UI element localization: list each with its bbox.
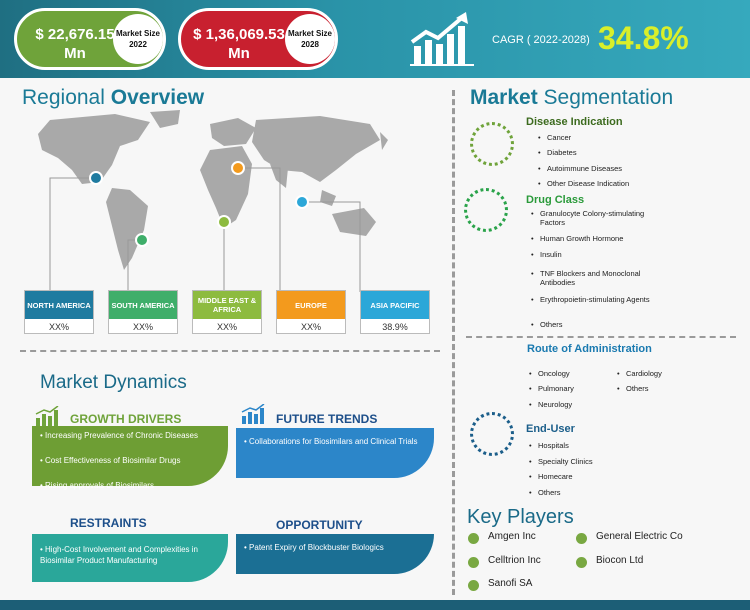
region-value: XX%	[48, 322, 69, 332]
bullet-icon	[468, 580, 479, 591]
region-asia-pacific: ASIA PACIFIC 38.9%	[360, 290, 430, 334]
region-name: SOUTH AMERICA	[109, 291, 177, 319]
segment-item: Autoimmune Diseases	[538, 164, 622, 173]
region-south-america: SOUTH AMERICA XX%	[108, 290, 178, 334]
cagr-value: 34.8%	[598, 20, 689, 56]
segment-item: TNF Blockers and Monoclonal Antibodies	[531, 269, 650, 287]
market-size-2022-label: Market Size 2022	[113, 14, 163, 64]
market-size-2022-pill: $ 22,676.15 Mn Market Size 2022	[14, 8, 166, 70]
segment-item: Others	[531, 320, 562, 329]
infographic: { "header": { "market_2022_value": "$ 22…	[0, 0, 750, 610]
driver-item: • Rising approvals of Biosimilars	[40, 481, 154, 490]
restraints-title: RESTRAINTS	[70, 516, 147, 530]
key-player: Biocon Ltd	[596, 555, 644, 566]
end-user-title: End-User	[526, 423, 575, 435]
growth-drivers-box: • Increasing Prevalence of Chronic Disea…	[32, 426, 228, 490]
segment-item: Others	[529, 488, 560, 497]
segment-item: Hospitals	[529, 441, 569, 450]
region-value: 38.9%	[382, 322, 408, 332]
bullet-icon	[468, 557, 479, 568]
drug-class-icon	[464, 188, 508, 232]
bullet-icon	[576, 533, 587, 544]
growth-chart-icon	[410, 12, 474, 66]
disease-indication-title: Disease Indication	[526, 116, 623, 128]
key-player: Amgen Inc	[488, 531, 536, 542]
future-trends-title: FUTURE TRENDS	[276, 412, 378, 426]
end-user-icon	[470, 412, 514, 456]
segment-item: Oncology	[529, 369, 570, 378]
region-name: MIDDLE EAST & AFRICA	[193, 291, 261, 319]
opportunity-item: • Patent Expiry of Blockbuster Biologics	[244, 543, 384, 552]
route-of-administration-title: Route of Administration	[527, 343, 652, 355]
region-name: NORTH AMERICA	[25, 291, 93, 319]
disease-indication-icon	[470, 122, 514, 166]
region-middle-east-africa: MIDDLE EAST & AFRICA XX%	[192, 290, 262, 334]
market-size-2028-value: $ 1,36,069.53 Mn	[193, 26, 285, 62]
section-divider	[20, 350, 440, 352]
driver-text: Increasing Prevalence of Chronic Disease…	[45, 431, 198, 440]
driver-item: • Cost Effectiveness of Biosimilar Drugs	[40, 456, 181, 465]
column-divider	[452, 90, 455, 595]
opportunity-box: • Patent Expiry of Blockbuster Biologics	[236, 534, 434, 574]
cagr-label: CAGR ( 2022-2028)	[492, 34, 590, 46]
segment-item: Cancer	[538, 133, 571, 142]
trend-chart-icon	[241, 404, 265, 424]
restraint-item: • High-Cost Involvement and Complexities…	[40, 545, 198, 565]
driver-item: • Increasing Prevalence of Chronic Disea…	[40, 431, 198, 440]
restraints-box: • High-Cost Involvement and Complexities…	[32, 534, 228, 582]
region-name: EUROPE	[277, 291, 345, 319]
opportunity-title: OPPORTUNITY	[276, 518, 363, 532]
world-map	[38, 110, 388, 292]
region-value: XX%	[216, 322, 237, 332]
segmentation-title-part2: Segmentation	[543, 86, 674, 109]
regional-title-part1: Regional	[22, 86, 111, 109]
segment-divider	[466, 336, 736, 338]
market-dynamics-title: Market Dynamics	[40, 372, 187, 393]
trend-item: • Collaborations for Biosimilars and Cli…	[244, 437, 418, 446]
restraint-text: High-Cost Involvement and Complexities i…	[40, 545, 198, 565]
segment-item: Others	[617, 384, 648, 393]
segment-item: Granulocyte Colony-stimulating Factors	[531, 209, 650, 227]
segment-item: Neurology	[529, 400, 572, 409]
segment-item: Erythropoietin-stimulating Agents	[531, 295, 650, 304]
key-player: Celltrion Inc	[488, 555, 541, 566]
segment-item: Human Growth Hormone	[531, 234, 623, 243]
key-player: Sanofi SA	[488, 578, 533, 589]
segment-item: Insulin	[531, 250, 562, 259]
drug-class-title: Drug Class	[526, 194, 585, 206]
driver-text: Rising approvals of Biosimilars	[45, 481, 154, 490]
market-size-2022-value: $ 22,676.15 Mn	[35, 26, 115, 62]
segment-item: Homecare	[529, 472, 573, 481]
key-player: General Electric Co	[596, 531, 683, 542]
market-segmentation-title: Market Segmentation	[470, 86, 673, 110]
market-size-2028-label: Market Size 2028	[285, 14, 335, 64]
region-value: XX%	[132, 322, 153, 332]
bullet-icon	[576, 557, 587, 568]
segment-item: Pulmonary	[529, 384, 574, 393]
segmentation-title-part1: Market	[470, 86, 544, 109]
driver-text: Cost Effectiveness of Biosimilar Drugs	[45, 456, 181, 465]
footer-band	[0, 600, 750, 610]
market-size-2028-pill: $ 1,36,069.53 Mn Market Size 2028	[178, 8, 338, 70]
region-value: XX%	[300, 322, 321, 332]
bullet-icon	[468, 533, 479, 544]
segment-item: Other Disease Indication	[538, 179, 629, 188]
segment-item: Diabetes	[538, 148, 576, 157]
growth-drivers-title: GROWTH DRIVERS	[70, 412, 182, 426]
regional-title-part2: Overview	[110, 86, 205, 109]
header-band: $ 22,676.15 Mn Market Size 2022 $ 1,36,0…	[0, 0, 750, 78]
future-trends-box: • Collaborations for Biosimilars and Cli…	[236, 428, 434, 478]
bar-chart-icon	[35, 406, 59, 426]
trend-text: Collaborations for Biosimilars and Clini…	[249, 437, 418, 446]
segment-item: Cardiology	[617, 369, 662, 378]
opportunity-text: Patent Expiry of Blockbuster Biologics	[249, 543, 384, 552]
segment-item: Specialty Clinics	[529, 457, 593, 466]
key-players-title: Key Players	[467, 506, 574, 528]
region-name: ASIA PACIFIC	[361, 291, 429, 319]
regional-overview-title: Regional Overview	[22, 86, 204, 110]
region-europe: EUROPE XX%	[276, 290, 346, 334]
region-north-america: NORTH AMERICA XX%	[24, 290, 94, 334]
